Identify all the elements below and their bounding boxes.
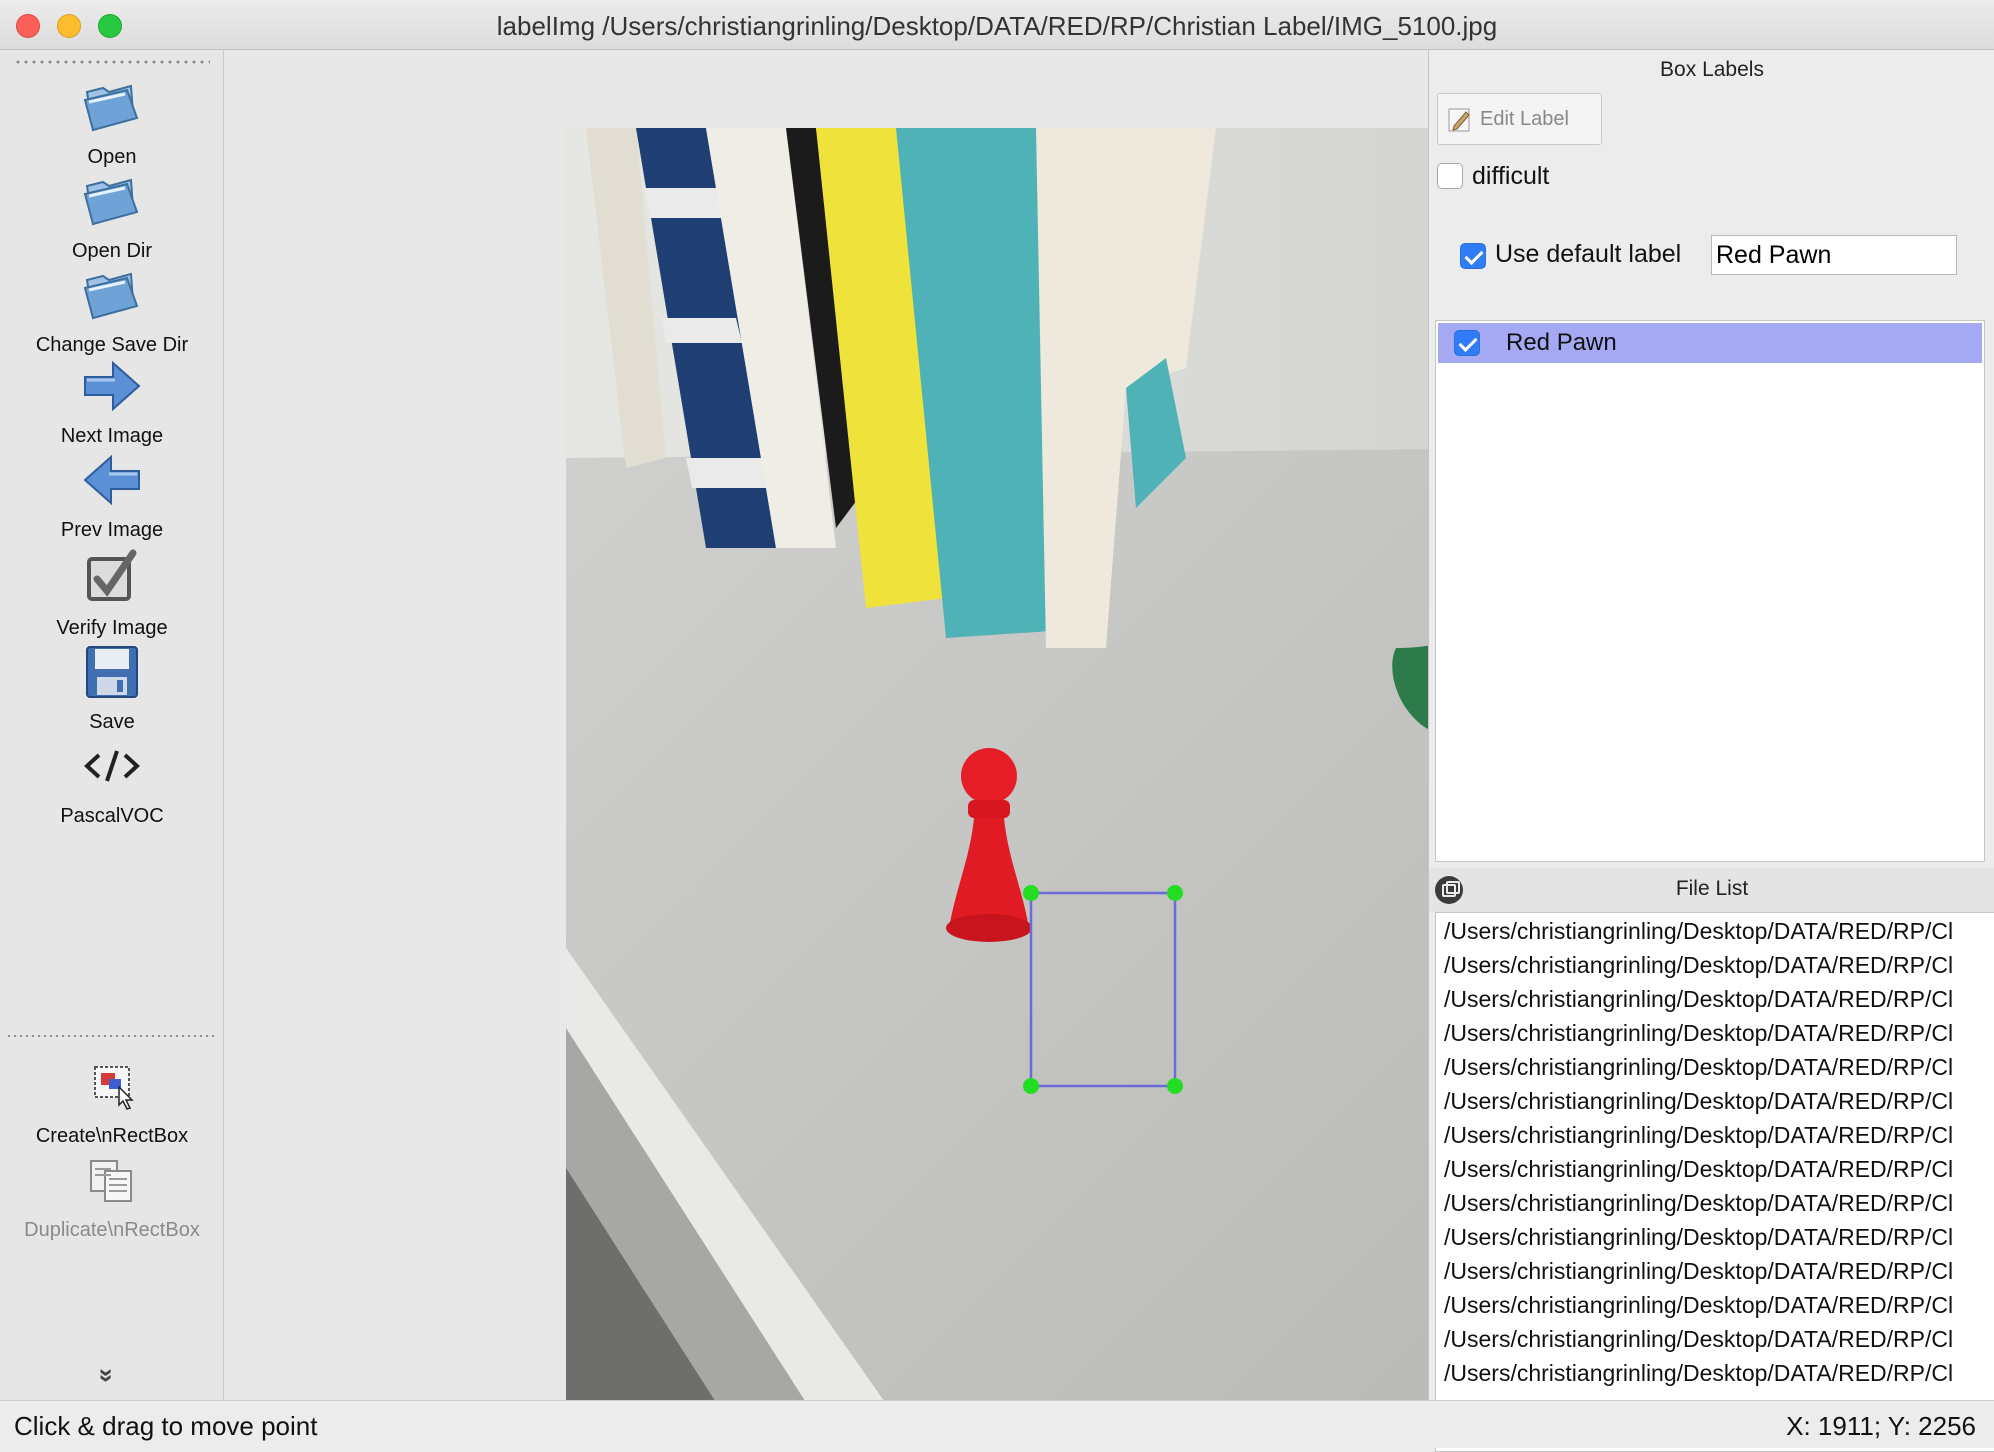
arrow-left-icon: [83, 454, 140, 506]
difficult-checkbox[interactable]: [1437, 163, 1463, 189]
toolbar-separator: [6, 1035, 218, 1037]
use-default-label-checkbox[interactable]: [1460, 243, 1486, 269]
duplicate-rectbox-button[interactable]: Duplicate\nRectBox: [0, 1147, 224, 1242]
status-bar: Click & drag to move point X: 1911; Y: 2…: [0, 1400, 1994, 1448]
arrow-right-icon: [84, 360, 141, 412]
box-labels-title: Box Labels: [1660, 58, 1764, 81]
right-dock: Box Labels Edit Label difficult Use defa…: [1428, 50, 1994, 1452]
file-list-item[interactable]: /Users/christiangrinling/Desktop/DATA/RE…: [1444, 1156, 1953, 1183]
verify-image-label: Verify Image: [56, 617, 168, 639]
use-default-label-text: Use default label: [1495, 240, 1682, 268]
open-dir-label: Open Dir: [71, 240, 153, 262]
file-list-item[interactable]: /Users/christiangrinling/Desktop/DATA/RE…: [1444, 1190, 1953, 1217]
box-handle-bottom-right[interactable]: [1167, 1078, 1183, 1094]
floppy-disk-icon: [86, 646, 138, 698]
file-list-item[interactable]: /Users/christiangrinling/Desktop/DATA/RE…: [1444, 986, 1953, 1013]
file-list-item[interactable]: /Users/christiangrinling/Desktop/DATA/RE…: [1444, 1020, 1953, 1047]
label-visibility-checkbox[interactable]: [1454, 330, 1480, 356]
create-rectbox-button[interactable]: Create\nRectBox: [0, 1053, 224, 1148]
toolbar-more-icon[interactable]: »: [92, 1368, 123, 1382]
label-list[interactable]: Red Pawn: [1435, 320, 1985, 862]
verify-image-button[interactable]: Verify Image: [0, 545, 224, 640]
pascalvoc-label: PascalVOC: [60, 805, 164, 827]
open-button[interactable]: Open: [0, 74, 224, 169]
box-handle-top-left[interactable]: [1023, 885, 1039, 901]
verify-check-icon: [87, 549, 137, 601]
prev-image-label: Prev Image: [60, 519, 164, 541]
next-image-label: Next Image: [60, 425, 164, 447]
file-list-header: File List: [1429, 868, 1994, 912]
file-list-item[interactable]: /Users/christiangrinling/Desktop/DATA/RE…: [1444, 1360, 1953, 1387]
folder-open-icon: [83, 84, 139, 132]
file-list-item[interactable]: /Users/christiangrinling/Desktop/DATA/RE…: [1444, 918, 1953, 945]
labelimg-window: labelImg /Users/christiangrinling/Deskto…: [0, 0, 1994, 1452]
label-list-item-text: Red Pawn: [1506, 329, 1617, 356]
difficult-label: difficult: [1472, 162, 1550, 190]
status-message: Click & drag to move point: [14, 1411, 318, 1441]
file-list-item[interactable]: /Users/christiangrinling/Desktop/DATA/RE…: [1444, 1292, 1953, 1319]
file-list-item[interactable]: /Users/christiangrinling/Desktop/DATA/RE…: [1444, 1088, 1953, 1115]
file-list-item[interactable]: /Users/christiangrinling/Desktop/DATA/RE…: [1444, 1054, 1953, 1081]
prev-image-button[interactable]: Prev Image: [0, 447, 224, 542]
bounding-box[interactable]: [1029, 891, 1177, 1088]
edit-pencil-icon: [1448, 108, 1470, 132]
window-title: labelImg /Users/christiangrinling/Deskto…: [496, 11, 1498, 41]
label-list-item[interactable]: Red Pawn: [1438, 323, 1982, 363]
cursor-coordinates: X: 1911; Y: 2256: [1786, 1411, 1976, 1441]
default-label-input[interactable]: [1711, 235, 1957, 275]
code-tag-icon: [84, 750, 140, 782]
create-rect-icon: [94, 1066, 134, 1110]
create-rectbox-label: Create\nRectBox: [35, 1125, 189, 1147]
folder-open-icon: [83, 272, 139, 320]
file-list-title: File List: [1675, 877, 1749, 900]
left-toolbar: Open Open Dir Change Save Dir Next Image…: [0, 50, 224, 1400]
folder-open-icon: [83, 178, 139, 226]
box-handle-bottom-left[interactable]: [1023, 1078, 1039, 1094]
annotation-layer[interactable]: [566, 128, 1535, 1418]
edit-label-button[interactable]: Edit Label: [1437, 93, 1602, 145]
title-bar[interactable]: labelImg /Users/christiangrinling/Deskto…: [0, 0, 1994, 50]
duplicate-rectbox-label: Duplicate\nRectBox: [24, 1219, 200, 1241]
file-list[interactable]: /Users/christiangrinling/Desktop/DATA/RE…: [1435, 912, 1994, 1452]
save-label: Save: [89, 711, 135, 733]
file-list-item[interactable]: /Users/christiangrinling/Desktop/DATA/RE…: [1444, 1326, 1953, 1353]
toolbar-grip[interactable]: [14, 60, 210, 64]
duplicate-rect-icon: [90, 1160, 132, 1202]
image-photo: [566, 128, 1535, 1418]
save-button[interactable]: Save: [0, 639, 224, 734]
open-label: Open: [87, 146, 137, 168]
file-list-item[interactable]: /Users/christiangrinling/Desktop/DATA/RE…: [1444, 1224, 1953, 1251]
change-save-dir-button[interactable]: Change Save Dir: [0, 262, 224, 357]
pascalvoc-format-button[interactable]: PascalVOC: [0, 733, 224, 828]
box-handle-top-right[interactable]: [1167, 885, 1183, 901]
image-canvas[interactable]: [224, 50, 1535, 1418]
edit-label-text: Edit Label: [1480, 108, 1569, 130]
open-dir-button[interactable]: Open Dir: [0, 168, 224, 263]
file-list-item[interactable]: /Users/christiangrinling/Desktop/DATA/RE…: [1444, 1258, 1953, 1285]
file-list-item[interactable]: /Users/christiangrinling/Desktop/DATA/RE…: [1444, 1122, 1953, 1149]
file-list-item[interactable]: /Users/christiangrinling/Desktop/DATA/RE…: [1444, 952, 1953, 979]
next-image-button[interactable]: Next Image: [0, 353, 224, 448]
